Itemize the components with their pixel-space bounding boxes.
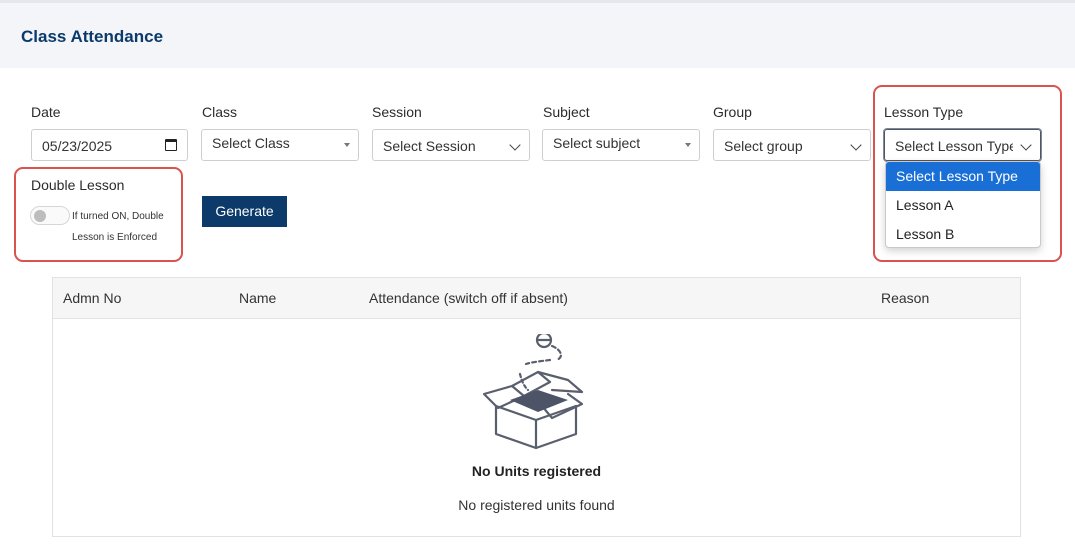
session-select-placeholder: Select Session [383,138,476,154]
empty-state-title: No Units registered [471,463,602,479]
chevron-down-icon [850,139,862,151]
date-label: Date [31,104,61,120]
column-header-attendance: Attendance (switch off if absent) [369,290,568,306]
class-label: Class [202,104,238,120]
double-lesson-highlight [14,167,183,262]
subject-label: Subject [543,104,590,120]
lesson-type-highlight [873,85,1062,262]
session-select[interactable]: Select Session [372,129,530,161]
page-header: Class Attendance [0,0,1075,68]
generate-button[interactable]: Generate [202,196,287,227]
empty-box-icon [482,334,584,450]
group-select-placeholder: Select group [724,138,803,154]
calendar-icon[interactable] [165,139,177,151]
chevron-down-icon [509,139,521,151]
table-header: Admn No Name Attendance (switch off if a… [53,278,1020,319]
column-header-name: Name [239,290,277,306]
attendance-table: Admn No Name Attendance (switch off if a… [52,277,1021,537]
subject-select-placeholder: Select subject [553,135,641,151]
date-value: 05/23/2025 [42,138,113,154]
group-label: Group [713,104,752,120]
empty-state: No Units registered No registered units … [53,320,1020,536]
group-select[interactable]: Select group [713,129,871,161]
date-input[interactable]: 05/23/2025 [31,129,188,161]
column-header-admn-no: Admn No [63,290,122,306]
column-header-reason: Reason [881,290,930,306]
subject-select[interactable]: Select subject [542,129,700,161]
class-select[interactable]: Select Class [201,129,359,161]
page-title: Class Attendance [21,27,164,46]
session-label: Session [372,104,422,120]
class-select-placeholder: Select Class [212,135,290,151]
caret-down-icon [344,143,350,147]
empty-state-message: No registered units found [458,497,615,513]
caret-down-icon [685,143,691,147]
